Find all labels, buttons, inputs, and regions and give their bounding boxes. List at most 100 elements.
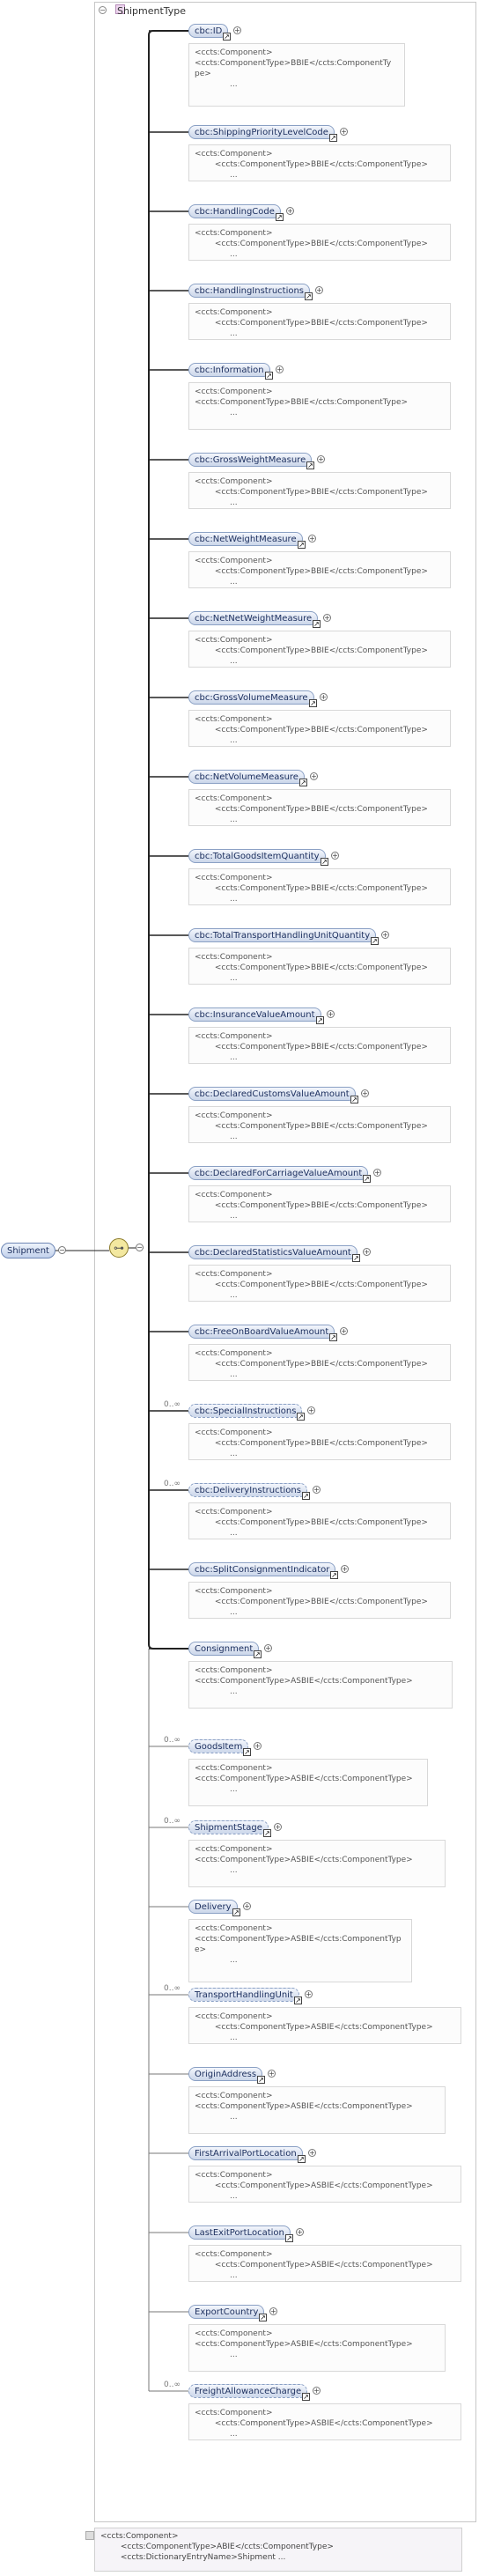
reference-link-icon[interactable]: ↗ <box>329 1333 337 1341</box>
reference-link-icon[interactable]: ↗ <box>309 699 317 707</box>
element-node[interactable]: cbc:DeclaredStatisticsValueAmount <box>188 1245 357 1259</box>
expand-element-toggle[interactable]: + <box>308 2149 316 2157</box>
element-node[interactable]: cbc:InsuranceValueAmount <box>188 1008 321 1022</box>
element-node[interactable]: cbc:SpecialInstructions <box>188 1404 303 1418</box>
doc-line: <ccts:Component> <box>195 874 273 882</box>
element-node[interactable]: cbc:NetWeightMeasure <box>188 532 303 546</box>
reference-link-icon[interactable]: ↗ <box>371 937 379 945</box>
expand-element-toggle[interactable]: + <box>307 1406 315 1414</box>
expand-element-toggle[interactable]: + <box>340 1327 348 1335</box>
element-node[interactable]: cbc:DeliveryInstructions <box>188 1483 307 1497</box>
reference-link-icon[interactable]: ↗ <box>306 461 314 469</box>
reference-link-icon[interactable]: ↗ <box>232 1908 240 1916</box>
reference-link-icon[interactable]: ↗ <box>302 2393 310 2401</box>
element-node[interactable]: cbc:DeclaredCustomsValueAmount <box>188 1087 356 1101</box>
element-node[interactable]: cbc:SplitConsignmentIndicator <box>188 1562 336 1576</box>
doc-line: <ccts:ComponentType>ASBIE</ccts:Componen… <box>195 1677 413 1686</box>
doc-line: <ccts:Component> <box>195 1508 273 1517</box>
reference-link-icon[interactable]: ↗ <box>313 620 321 628</box>
reference-link-icon[interactable]: ↗ <box>243 1748 251 1756</box>
expand-element-toggle[interactable]: + <box>373 1169 381 1177</box>
element-node[interactable]: cbc:TotalTransportHandlingUnitQuantity <box>188 928 377 942</box>
reference-link-icon[interactable]: ↗ <box>265 372 273 380</box>
expand-element-toggle[interactable]: + <box>269 2307 277 2315</box>
expand-element-toggle[interactable]: + <box>341 1565 349 1573</box>
element-node[interactable]: OriginAddress <box>188 2067 263 2081</box>
reference-link-icon[interactable]: ↗ <box>294 1997 302 2004</box>
root-expand-toggle[interactable]: − <box>58 1246 66 1254</box>
element-node[interactable]: cbc:TotalGoodsItemQuantity <box>188 849 326 863</box>
element-node[interactable]: cbc:GrossVolumeMeasure <box>188 690 314 705</box>
element-node[interactable]: Delivery <box>188 1900 238 1914</box>
reference-link-icon[interactable]: ↗ <box>298 541 306 549</box>
expand-element-toggle[interactable]: + <box>233 26 241 34</box>
reference-link-icon[interactable]: ↗ <box>285 2234 293 2242</box>
doc-line: <ccts:ComponentType>ASBIE</ccts:Componen… <box>195 1775 413 1783</box>
reference-link-icon[interactable]: ↗ <box>276 213 284 221</box>
root-element-shipment[interactable]: Shipment <box>1 1243 55 1258</box>
reference-link-icon[interactable]: ↗ <box>321 858 328 866</box>
reference-link-icon[interactable]: ↗ <box>305 292 313 300</box>
expand-element-toggle[interactable]: + <box>264 1644 272 1652</box>
reference-link-icon[interactable]: ↗ <box>330 1571 338 1579</box>
expand-element-toggle[interactable]: + <box>268 2070 276 2078</box>
reference-link-icon[interactable]: ↗ <box>350 1096 358 1103</box>
element-node[interactable]: LastExitPortLocation <box>188 2225 291 2240</box>
expand-element-toggle[interactable]: + <box>320 693 328 701</box>
element-node[interactable]: cbc:GrossWeightMeasure <box>188 453 313 467</box>
reference-link-icon[interactable]: ↗ <box>363 1175 371 1183</box>
element-node[interactable]: TransportHandlingUnit <box>188 1988 299 2002</box>
expand-element-toggle[interactable]: + <box>274 1823 282 1831</box>
expand-element-toggle[interactable]: + <box>315 286 323 294</box>
reference-link-icon[interactable]: ↗ <box>263 1829 271 1837</box>
element-node[interactable]: cbc:ShippingPriorityLevelCode <box>188 125 335 139</box>
element-node[interactable]: GoodsItem <box>188 1739 249 1753</box>
expand-element-toggle[interactable]: + <box>296 2228 304 2236</box>
element-label: cbc:InsuranceValueAmount <box>195 1010 315 1020</box>
element-node[interactable]: ShipmentStage <box>188 1820 269 1834</box>
element-node[interactable]: cbc:Information <box>188 363 270 377</box>
reference-link-icon[interactable]: ↗ <box>297 1413 305 1421</box>
element-node[interactable]: cbc:FreeOnBoardValueAmount <box>188 1325 335 1339</box>
reference-link-icon[interactable]: ↗ <box>223 33 231 41</box>
expand-element-toggle[interactable]: + <box>381 931 389 939</box>
expand-element-toggle[interactable]: + <box>308 535 316 543</box>
reference-link-icon[interactable]: ↗ <box>257 2076 265 2084</box>
element-label: cbc:DeclaredStatisticsValueAmount <box>195 1248 351 1258</box>
reference-link-icon[interactable]: ↗ <box>298 2155 306 2163</box>
element-node[interactable]: cbc:NetVolumeMeasure <box>188 770 305 784</box>
reference-link-icon[interactable]: ↗ <box>316 1016 324 1024</box>
element-node[interactable]: cbc:HandlingCode <box>188 204 281 218</box>
reference-link-icon[interactable]: ↗ <box>259 2314 267 2321</box>
reference-link-icon[interactable]: ↗ <box>302 1492 310 1500</box>
element-node[interactable]: ExportCountry <box>188 2305 265 2319</box>
sequence-expand-toggle[interactable]: − <box>136 1244 144 1251</box>
expand-element-toggle[interactable]: + <box>317 455 325 463</box>
expand-element-toggle[interactable]: + <box>327 1010 335 1018</box>
expand-element-toggle[interactable]: + <box>363 1248 371 1256</box>
reference-link-icon[interactable]: ↗ <box>352 1254 360 1262</box>
element-node[interactable]: FirstArrivalPortLocation <box>188 2146 303 2160</box>
expand-element-toggle[interactable]: + <box>243 1902 251 1910</box>
element-node[interactable]: cbc:NetNetWeightMeasure <box>188 611 319 625</box>
expand-element-toggle[interactable]: + <box>313 1486 321 1494</box>
expand-element-toggle[interactable]: + <box>310 772 318 780</box>
doc-line: <ccts:ComponentType>BBIE</ccts:Component… <box>195 963 428 972</box>
reference-link-icon[interactable]: ↗ <box>329 134 337 142</box>
element-node[interactable]: cbc:HandlingInstructions <box>188 284 311 298</box>
expand-element-toggle[interactable]: + <box>313 2387 321 2395</box>
expand-element-toggle[interactable]: + <box>286 207 294 215</box>
expand-element-toggle[interactable]: + <box>361 1089 369 1097</box>
element-node[interactable]: cbc:DeclaredForCarriageValueAmount <box>188 1166 369 1180</box>
element-documentation: <ccts:Component> <ccts:ComponentType>BBI… <box>188 1423 451 1460</box>
expand-element-toggle[interactable]: + <box>323 614 331 622</box>
expand-element-toggle[interactable]: + <box>276 365 284 373</box>
expand-element-toggle[interactable]: + <box>305 1990 313 1998</box>
element-node[interactable]: Consignment <box>188 1642 260 1656</box>
expand-element-toggle[interactable]: + <box>331 852 339 860</box>
reference-link-icon[interactable]: ↗ <box>254 1650 262 1658</box>
expand-element-toggle[interactable]: + <box>254 1742 262 1750</box>
reference-link-icon[interactable]: ↗ <box>299 779 307 786</box>
expand-element-toggle[interactable]: + <box>340 128 348 136</box>
element-node[interactable]: FreightAllowanceCharge <box>188 2384 308 2398</box>
